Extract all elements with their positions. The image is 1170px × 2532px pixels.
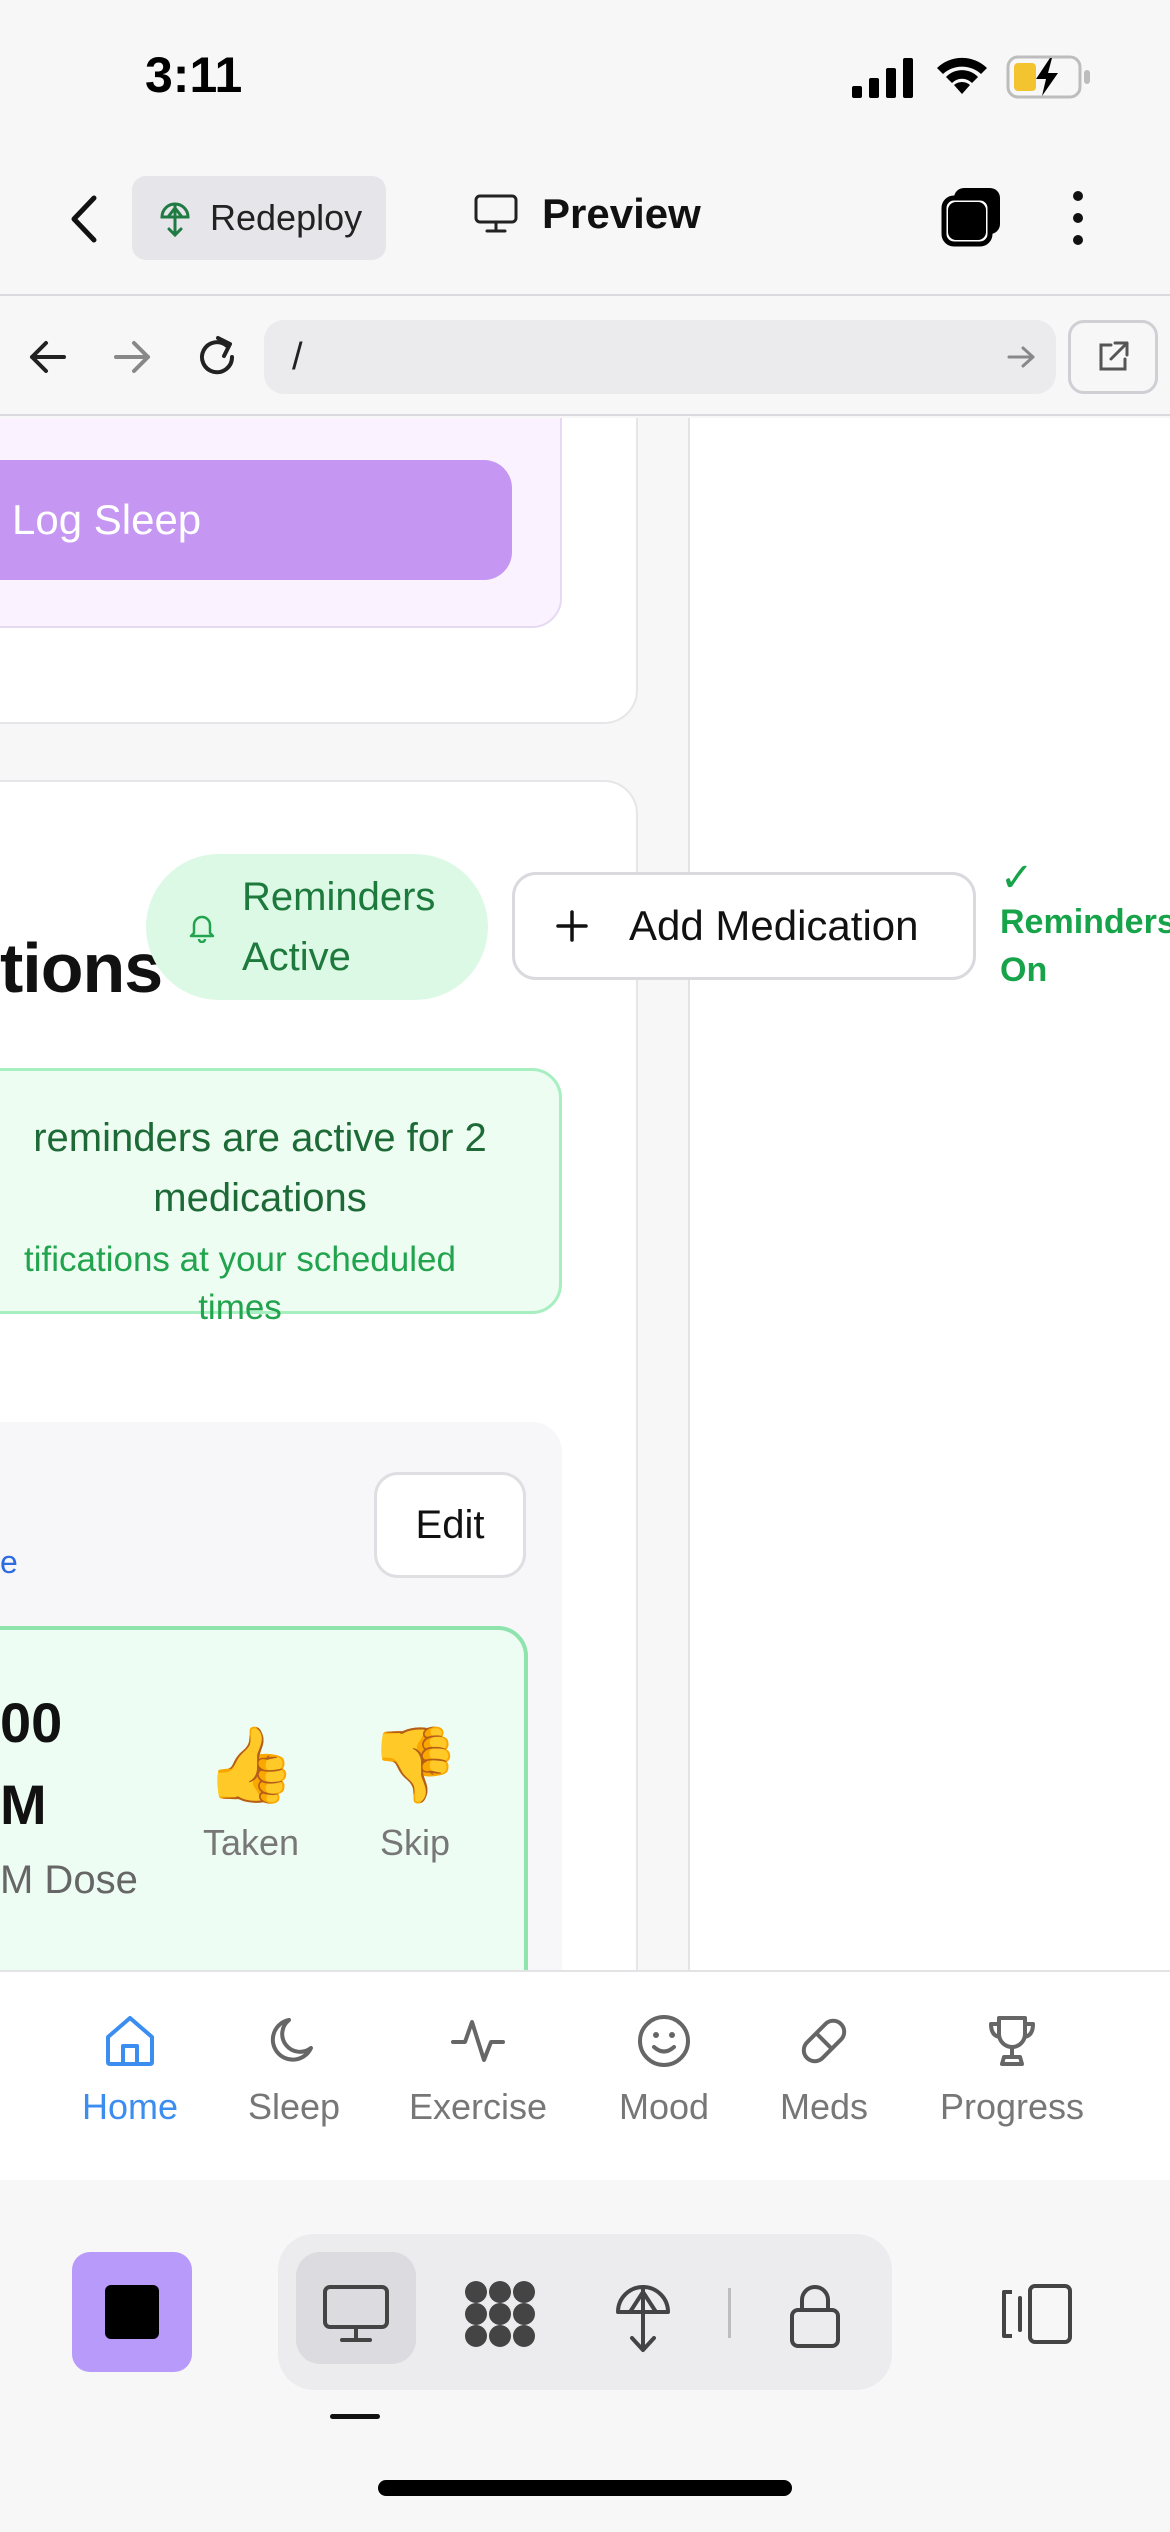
thumbs-up-icon: 👍 bbox=[204, 1723, 298, 1806]
pill-icon bbox=[801, 2018, 847, 2064]
back-arrow-icon[interactable] bbox=[28, 338, 68, 376]
wifi-icon bbox=[937, 57, 987, 94]
selected-indicator bbox=[330, 2414, 380, 2419]
dose-time-line2: M bbox=[0, 1773, 47, 1836]
battery-charging-icon bbox=[1006, 55, 1090, 99]
back-chevron-icon[interactable] bbox=[66, 194, 100, 244]
nav-sleep-label: Sleep bbox=[247, 2086, 341, 2127]
dose-time-line1: 00 bbox=[0, 1691, 63, 1754]
reminders-info-title: reminders are active for 2 medications bbox=[0, 1108, 520, 1228]
more-vertical-icon[interactable] bbox=[1064, 188, 1092, 248]
reminders-badge-line1: Reminders bbox=[242, 875, 436, 919]
taken-button[interactable]: 👍 Taken bbox=[196, 1720, 306, 1864]
nav-progress-label: Progress bbox=[939, 2086, 1085, 2127]
trophy-icon bbox=[989, 2016, 1035, 2066]
browser-bar: / bbox=[0, 298, 1170, 416]
signal-icon bbox=[852, 58, 913, 98]
split-view-icon[interactable] bbox=[1000, 2282, 1074, 2346]
nav-exercise[interactable]: Exercise bbox=[400, 2012, 556, 2128]
nav-meds[interactable]: Meds bbox=[766, 2012, 882, 2128]
home-icon bbox=[106, 2016, 154, 2066]
reminders-badge-line2: Active bbox=[242, 935, 351, 979]
skip-label: Skip bbox=[379, 1822, 451, 1863]
add-medication-label: Add Medication bbox=[629, 902, 919, 949]
stop-button[interactable] bbox=[72, 2252, 192, 2372]
log-sleep-button[interactable]: z Log Sleep bbox=[0, 460, 512, 580]
url-text: / bbox=[292, 335, 303, 378]
preview-content: z Log Sleep tions Reminders Active Add M… bbox=[0, 418, 1170, 1970]
url-input[interactable]: / bbox=[264, 320, 1056, 394]
log-sleep-label: Log Sleep bbox=[12, 496, 202, 543]
nav-progress[interactable]: Progress bbox=[930, 2012, 1094, 2128]
monitor-icon bbox=[474, 194, 518, 233]
toolbar-divider bbox=[728, 2288, 731, 2338]
forward-arrow-icon[interactable] bbox=[112, 338, 152, 376]
skip-button[interactable]: 👎 Skip bbox=[360, 1720, 470, 1864]
nav-mood[interactable]: Mood bbox=[606, 2012, 722, 2128]
redeploy-button[interactable]: Redeploy bbox=[132, 176, 386, 260]
nav-exercise-label: Exercise bbox=[408, 2086, 548, 2127]
status-time: 3:11 bbox=[145, 47, 243, 103]
tabs-icon[interactable] bbox=[940, 186, 1004, 250]
edit-button[interactable]: Edit bbox=[374, 1472, 526, 1578]
desktop-icon[interactable] bbox=[322, 2284, 390, 2344]
reload-icon[interactable] bbox=[194, 334, 240, 380]
info-title-line1: reminders are active for 2 bbox=[33, 1116, 487, 1160]
bottom-nav: Home Sleep Exercise Mood Meds Progress bbox=[0, 1970, 1170, 2180]
plus-icon bbox=[556, 910, 588, 942]
nav-mood-label: Mood bbox=[618, 2086, 710, 2127]
status-bar: 3:11 bbox=[0, 0, 1170, 160]
taken-label: Taken bbox=[202, 1822, 300, 1863]
reminders-on-indicator: ✓ Reminders On bbox=[1000, 858, 1170, 994]
right-panel bbox=[688, 418, 1170, 1970]
app-header: Redeploy Preview bbox=[0, 160, 1170, 296]
dose-label: M Dose bbox=[0, 1858, 138, 1902]
stop-icon bbox=[105, 2285, 159, 2339]
go-arrow-icon[interactable] bbox=[1006, 344, 1036, 370]
moon-icon bbox=[270, 2018, 313, 2062]
nav-sleep[interactable]: Sleep bbox=[236, 2012, 352, 2128]
redeploy-label: Redeploy bbox=[210, 197, 363, 238]
medication-link[interactable]: e bbox=[0, 1544, 18, 1581]
preview-label: Preview bbox=[542, 190, 701, 237]
nav-meds-label: Meds bbox=[779, 2086, 869, 2127]
redeploy-icon bbox=[160, 202, 190, 237]
reminders-active-badge: Reminders Active bbox=[146, 854, 488, 1000]
smile-icon bbox=[638, 2015, 690, 2067]
add-medication-button[interactable]: Add Medication bbox=[512, 872, 976, 980]
reminders-info-subtitle: tifications at your scheduled times bbox=[0, 1236, 500, 1332]
check-icon: ✓ bbox=[1000, 856, 1034, 900]
reminders-on-line2: On bbox=[1000, 951, 1048, 989]
open-external-button[interactable] bbox=[1068, 320, 1158, 394]
nav-home-label: Home bbox=[81, 2086, 179, 2127]
bell-icon bbox=[189, 915, 215, 943]
activity-icon bbox=[451, 2020, 505, 2062]
info-title-line2: medications bbox=[153, 1176, 367, 1220]
deploy-icon[interactable] bbox=[614, 2278, 672, 2354]
nav-home[interactable]: Home bbox=[72, 2012, 188, 2128]
info-sub-line1: tifications at your scheduled bbox=[24, 1240, 456, 1279]
thumbs-down-icon: 👎 bbox=[368, 1723, 462, 1806]
open-external-icon bbox=[1099, 341, 1129, 371]
grid-blob-icon[interactable] bbox=[462, 2278, 538, 2350]
info-sub-line2: times bbox=[198, 1288, 282, 1327]
reminders-on-line1: Reminders bbox=[1000, 903, 1170, 941]
home-indicator[interactable] bbox=[378, 2480, 792, 2496]
lock-icon[interactable] bbox=[786, 2280, 844, 2350]
preview-button[interactable]: Preview bbox=[474, 190, 701, 238]
medications-title: tions bbox=[0, 929, 163, 1007]
